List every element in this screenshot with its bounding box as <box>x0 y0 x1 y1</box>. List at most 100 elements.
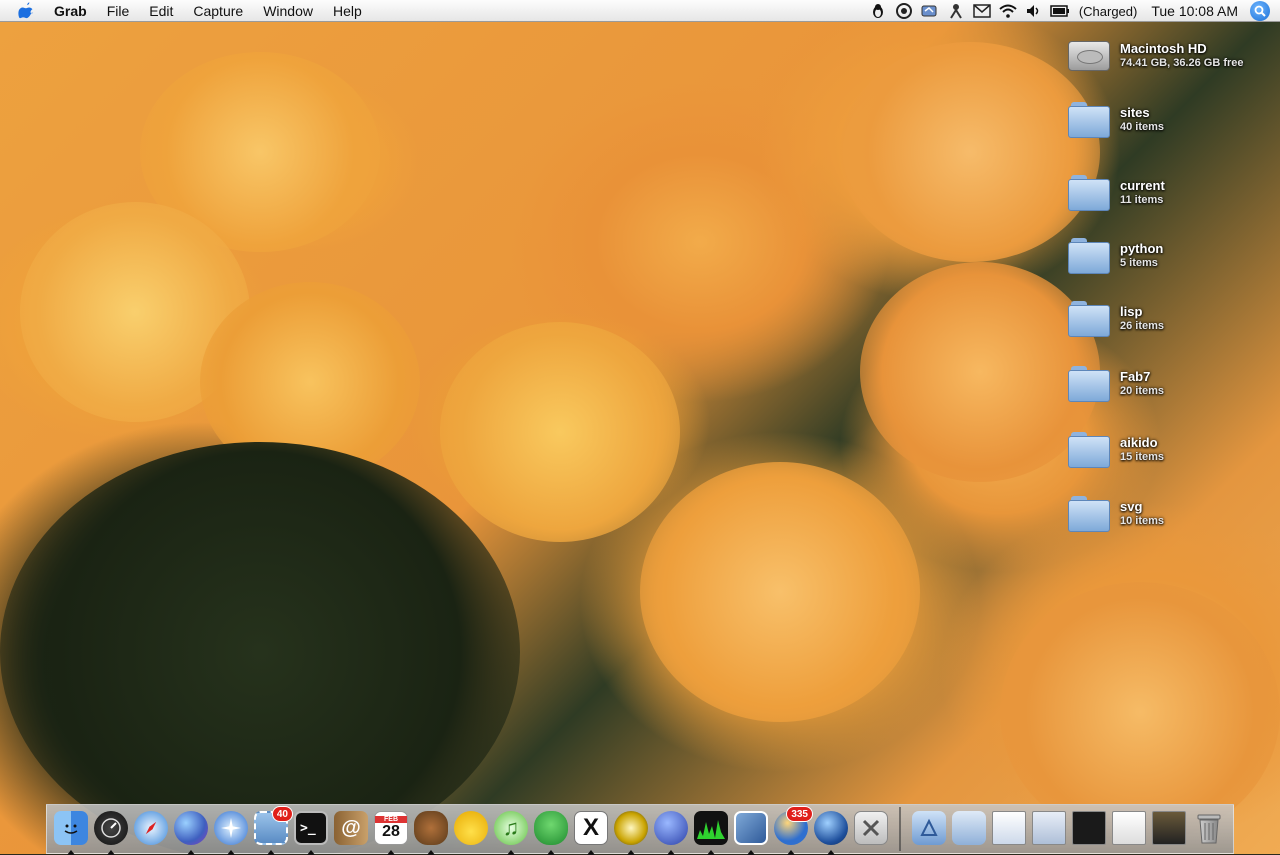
folder-name: svg <box>1120 499 1143 514</box>
menubar-clock[interactable]: Tue 10:08 AM <box>1143 3 1250 19</box>
dock-minimized-window-4[interactable] <box>1111 810 1147 846</box>
dock-safari[interactable] <box>133 810 169 846</box>
dock-utilities[interactable] <box>853 810 889 846</box>
folder-name: current <box>1120 178 1165 193</box>
news-unread-badge: 335 <box>786 806 813 822</box>
folder-name: python <box>1120 241 1164 256</box>
dock-camino[interactable] <box>213 810 249 855</box>
folder-current[interactable]: current 11 items <box>1066 167 1280 219</box>
dock-minimized-window-3[interactable] <box>1071 810 1107 846</box>
folder-info: 11 items <box>1120 194 1164 206</box>
folder-svg[interactable]: svg 10 items <box>1066 488 1280 540</box>
x11-icon: X <box>574 811 608 845</box>
spotlight-search-icon[interactable] <box>1250 1 1270 21</box>
calendar-day: 28 <box>382 822 400 840</box>
folder-icon <box>1066 361 1112 407</box>
window-thumbnail-icon <box>1072 811 1106 845</box>
folder-icon <box>1066 170 1112 216</box>
mail-unread-badge: 40 <box>271 806 293 822</box>
activity-graph-icon <box>694 811 728 845</box>
drive-name: Macintosh HD <box>1120 41 1207 56</box>
dock-dashboard[interactable] <box>93 810 129 855</box>
applications-folder-icon <box>912 811 946 845</box>
mail-menu-icon[interactable] <box>972 0 992 22</box>
firefox-icon <box>174 811 208 845</box>
menu-capture[interactable]: Capture <box>183 0 253 22</box>
dock-applications-stack[interactable] <box>911 810 947 846</box>
folder-name: lisp <box>1120 304 1143 319</box>
dashboard-icon <box>94 811 128 845</box>
menu-app-grab[interactable]: Grab <box>52 0 97 22</box>
menu-file[interactable]: File <box>97 0 140 22</box>
terminal-icon: >_ <box>294 811 328 845</box>
menu-bar: Grab File Edit Capture Window Help (Char… <box>0 0 1280 22</box>
browser-menu-icon[interactable] <box>894 0 914 22</box>
dock-firefox[interactable] <box>173 810 209 855</box>
folder-lisp[interactable]: lisp 26 items <box>1066 293 1280 345</box>
tux-menu-icon[interactable] <box>868 0 888 22</box>
dock-mail[interactable]: 40 <box>253 806 293 855</box>
folder-icon <box>1066 233 1112 279</box>
dock-preview[interactable] <box>733 810 769 855</box>
figure-menu-icon[interactable] <box>946 0 966 22</box>
dock-google-earth[interactable] <box>813 810 849 855</box>
compass-rose-icon <box>214 811 248 845</box>
wifi-icon[interactable] <box>998 0 1018 22</box>
volume-icon[interactable] <box>1024 0 1044 22</box>
earth-icon <box>814 811 848 845</box>
itunes-note-icon: ♫ <box>494 811 528 845</box>
menu-edit[interactable]: Edit <box>139 0 183 22</box>
dock-itunes[interactable]: ♫ <box>493 810 529 855</box>
macintosh-hd-drive[interactable]: Macintosh HD 74.41 GB, 36.26 GB free <box>1066 30 1280 82</box>
apple-menu-icon[interactable] <box>14 0 38 22</box>
blue-orb-icon <box>654 811 688 845</box>
folder-icon <box>1066 97 1112 143</box>
dock-trash[interactable] <box>1191 810 1227 846</box>
window-thumbnail-icon <box>1112 811 1146 845</box>
dock-ical[interactable]: FEB 28 <box>373 810 409 855</box>
tools-icon <box>854 811 888 845</box>
dock-minimized-window-1[interactable] <box>991 810 1027 846</box>
dock-activity-monitor[interactable] <box>693 810 729 855</box>
battery-status-text[interactable]: (Charged) <box>1073 4 1144 19</box>
menu-window[interactable]: Window <box>253 0 323 22</box>
dock-finder[interactable] <box>53 810 89 855</box>
rubber-duck-icon <box>454 811 488 845</box>
dock-separator <box>899 807 901 851</box>
window-thumbnail-icon <box>1152 811 1186 845</box>
folder-info: 10 items <box>1120 515 1165 527</box>
safari-compass-icon <box>134 811 168 845</box>
dock-minimized-window-2[interactable] <box>1031 810 1067 846</box>
folder-info: 15 items <box>1120 451 1165 463</box>
battery-icon[interactable] <box>1050 0 1070 22</box>
dock-vlc[interactable] <box>653 810 689 855</box>
dock-cyberduck[interactable] <box>453 810 489 846</box>
dock-activity[interactable] <box>613 810 649 855</box>
gnu-head-icon <box>414 811 448 845</box>
menu-help[interactable]: Help <box>323 0 372 22</box>
dock-address-book[interactable]: @ <box>333 810 369 846</box>
gear-sun-icon <box>614 811 648 845</box>
dock-adium[interactable] <box>533 810 569 855</box>
drive-info: 74.41 GB, 36.26 GB free <box>1120 57 1244 69</box>
folder-name: sites <box>1120 105 1150 120</box>
dock-gnu[interactable] <box>413 810 449 855</box>
adium-duck-icon <box>534 811 568 845</box>
dock-terminal[interactable]: >_ <box>293 810 329 855</box>
folder-fab7[interactable]: Fab7 20 items <box>1066 358 1280 410</box>
calendar-icon: FEB 28 <box>374 811 408 845</box>
dock-documents-stack[interactable] <box>951 810 987 846</box>
network-tool-menu-icon[interactable] <box>920 0 940 22</box>
folder-aikido[interactable]: aikido 15 items <box>1066 424 1280 476</box>
dock-x11[interactable]: X <box>573 810 609 855</box>
folder-sites[interactable]: sites 40 items <box>1066 94 1280 146</box>
dock: 40 >_ @ FEB 28 ♫ X 335 <box>46 804 1234 855</box>
calendar-month: FEB <box>375 815 407 823</box>
finder-icon <box>54 811 88 845</box>
folder-icon <box>1066 491 1112 537</box>
dock-news-reader[interactable]: 335 <box>773 806 813 855</box>
folder-python[interactable]: python 5 items <box>1066 230 1280 282</box>
dock-minimized-window-5[interactable] <box>1151 810 1187 846</box>
window-thumbnail-icon <box>1032 811 1066 845</box>
folder-info: 5 items <box>1120 257 1158 269</box>
